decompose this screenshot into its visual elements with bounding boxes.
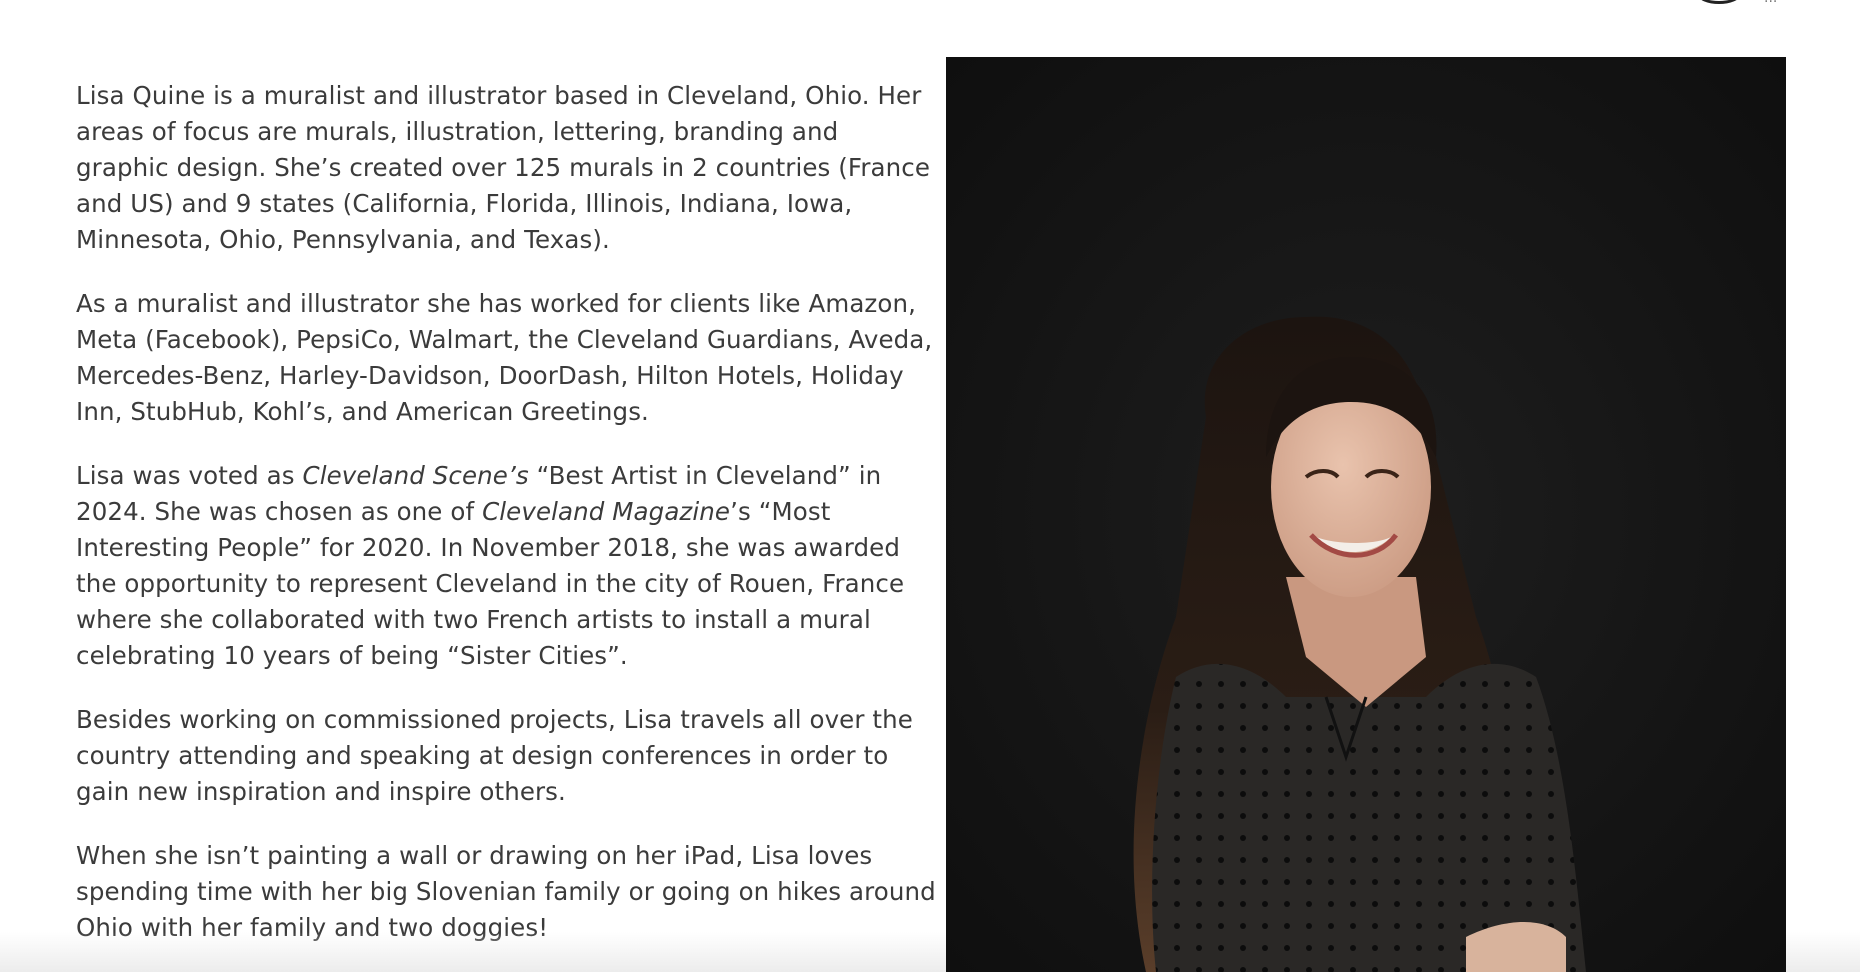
bottom-fade xyxy=(0,932,946,972)
bio-paragraph-1: Lisa Quine is a muralist and illustrator… xyxy=(76,81,930,254)
bio-paragraph-4: Besides working on commissioned projects… xyxy=(76,705,913,806)
bottom-fade-right xyxy=(1786,932,1860,972)
portrait-photo xyxy=(946,57,1786,972)
bio-text: Lisa Quine is a muralist and illustrator… xyxy=(76,78,936,972)
header-partial-label[interactable]: ... xyxy=(1764,0,1824,4)
account-icon[interactable] xyxy=(1698,0,1740,4)
cleveland-scene-title: Cleveland Scene’s xyxy=(302,461,529,490)
cleveland-magazine-title: Cleveland Magazine xyxy=(482,497,731,526)
bio-paragraph-5: When she isn’t painting a wall or drawin… xyxy=(76,841,936,942)
bio-paragraph-3: Lisa was voted as Cleveland Scene’s “Bes… xyxy=(76,458,936,674)
portrait-illustration xyxy=(946,57,1786,972)
bio-p3-part-1: Lisa was voted as xyxy=(76,461,303,490)
bio-paragraph-2: As a muralist and illustrator she has wo… xyxy=(76,289,933,426)
